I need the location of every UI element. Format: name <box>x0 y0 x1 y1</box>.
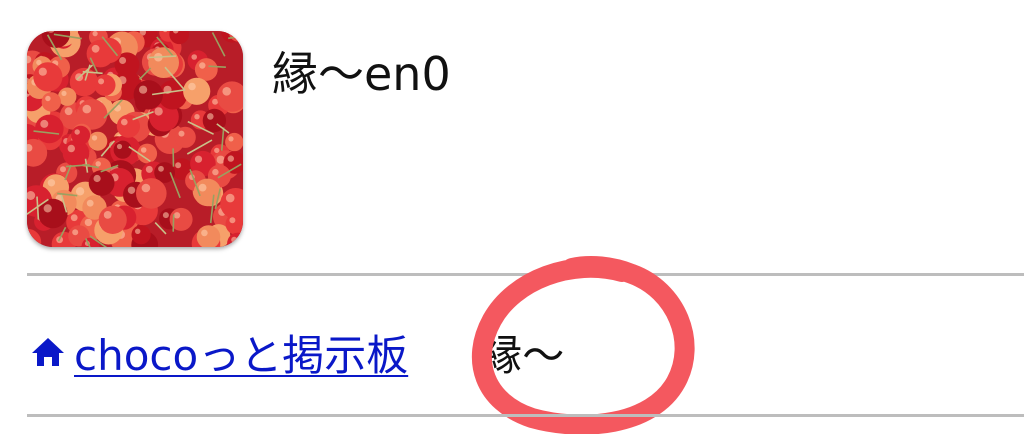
breadcrumb: chocoっと掲示板 縁〜 <box>30 322 564 382</box>
breadcrumb-current: 縁〜 <box>480 330 565 380</box>
home-icon[interactable] <box>30 336 66 368</box>
divider <box>27 273 1024 276</box>
divider <box>27 414 1024 417</box>
avatar[interactable] <box>27 31 243 247</box>
breadcrumb-link-board[interactable]: chocoっと掲示板 <box>74 322 408 383</box>
cherries-photo-icon <box>27 31 243 247</box>
page-title: 縁〜en0 <box>272 47 451 101</box>
